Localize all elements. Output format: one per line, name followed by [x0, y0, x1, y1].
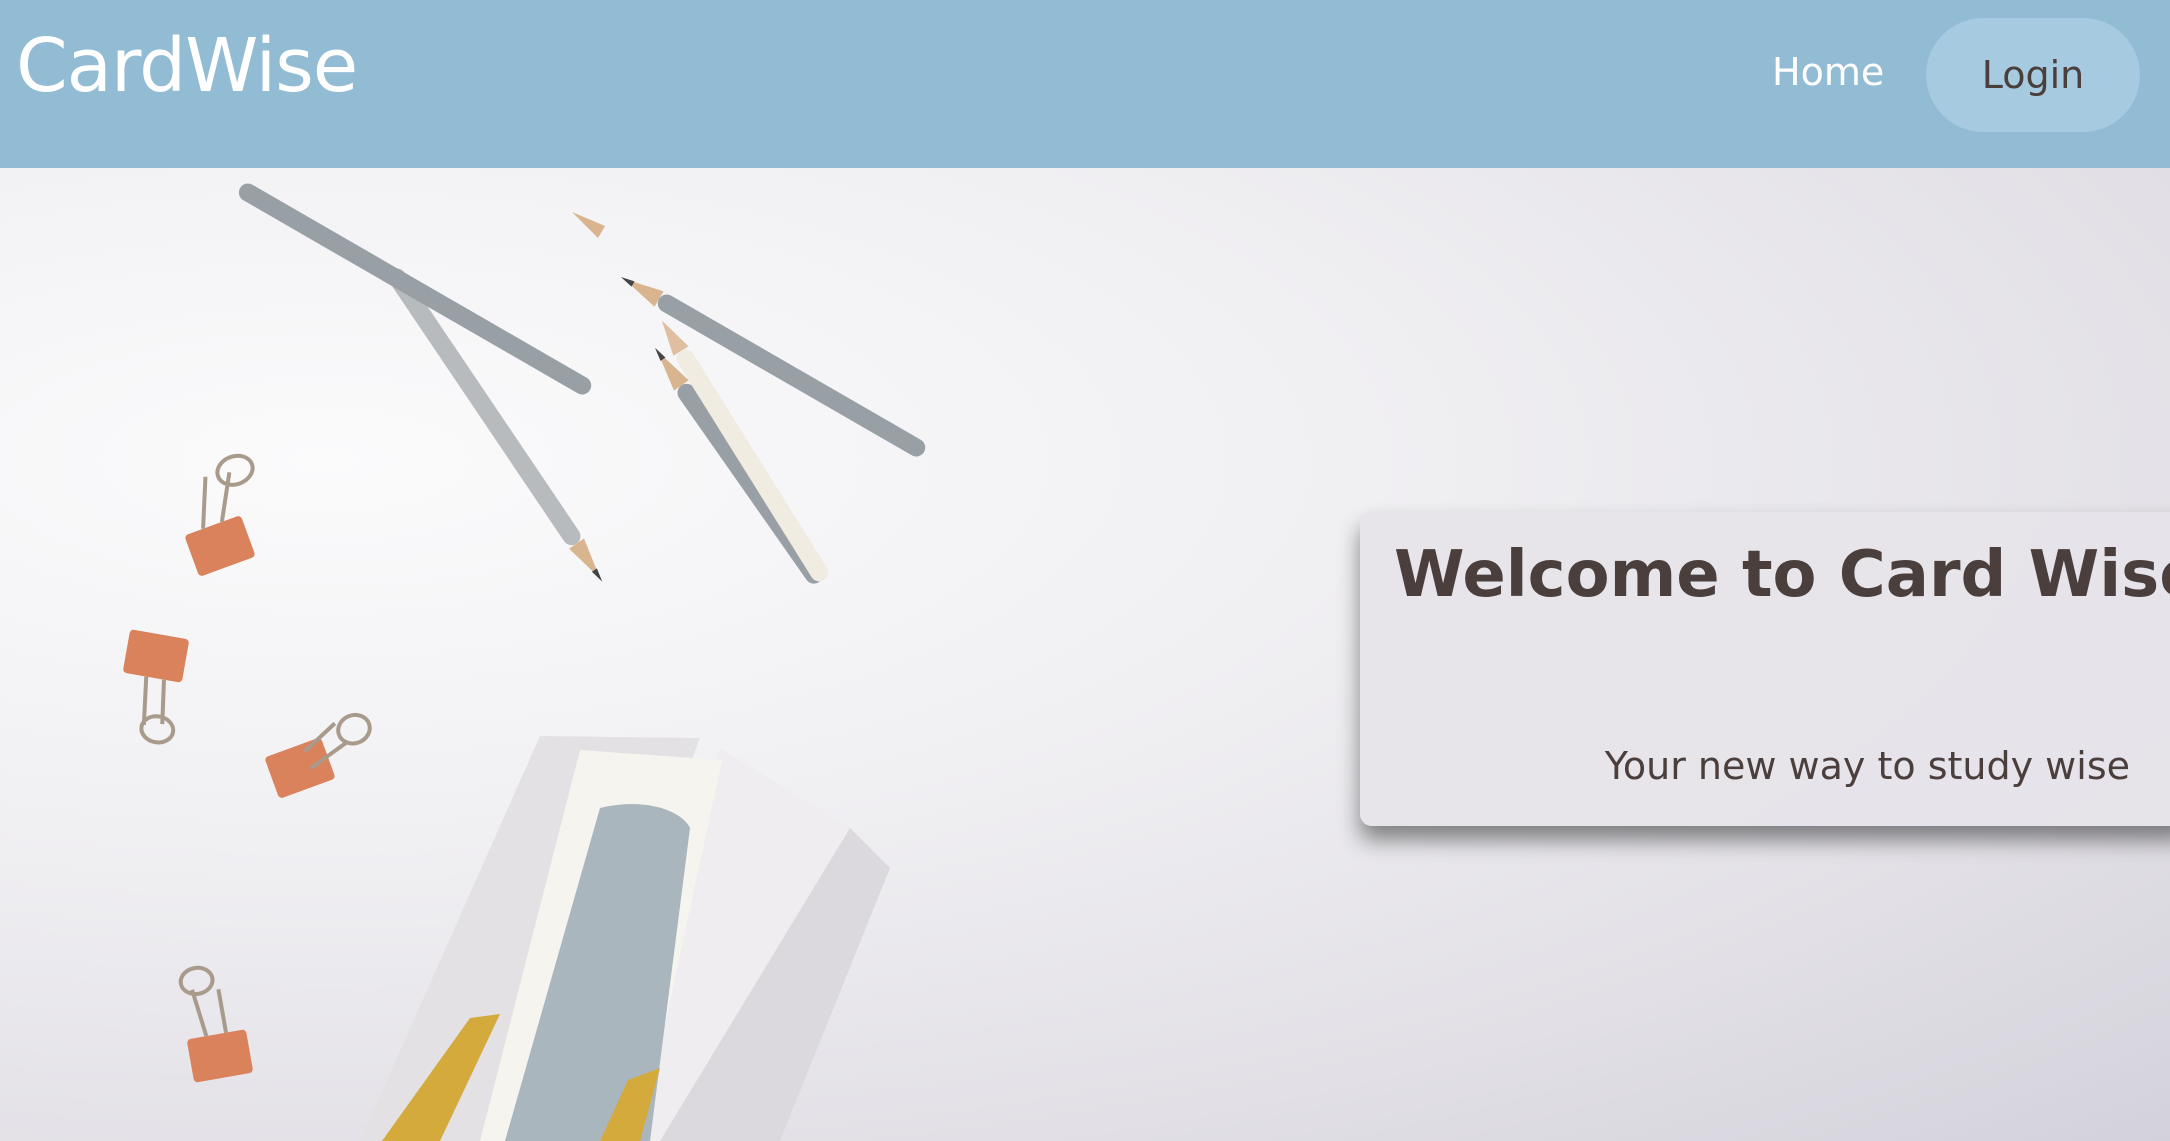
welcome-subtitle: Your new way to study wise: [1604, 744, 2130, 788]
welcome-card: Welcome to Card Wise! Your new way to st…: [1360, 512, 2170, 826]
nav-home-link[interactable]: Home: [1772, 50, 1884, 96]
hero-section: Welcome to Card Wise! Your new way to st…: [0, 168, 2170, 1141]
navbar: CardWise Home Login: [0, 0, 2170, 168]
paper-cards-illustration: [360, 736, 890, 1141]
pencil-illustration: [238, 183, 926, 584]
brand-logo[interactable]: CardWise: [16, 22, 358, 111]
nav-login-button[interactable]: Login: [1926, 18, 2140, 132]
welcome-title: Welcome to Card Wise!: [1394, 538, 2170, 612]
binder-clip-illustration: [123, 453, 372, 1083]
